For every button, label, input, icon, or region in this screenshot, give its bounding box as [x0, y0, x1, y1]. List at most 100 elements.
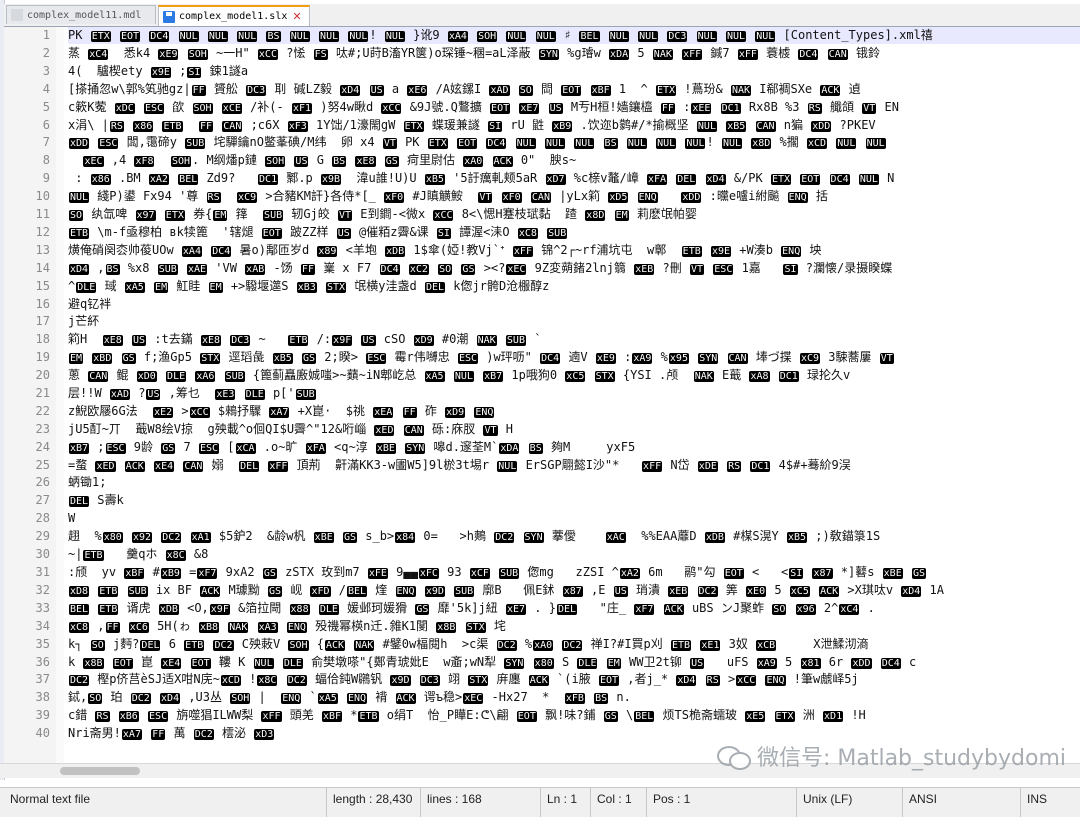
code-line[interactable]: :颀 yv xBF # xB9 = xF7 9xA2 GS zSTX 玫到m7 xF…	[68, 564, 927, 581]
editor-pane[interactable]: 1 2 3 4 5 6 7 8 9 10 11 12 13 14 15 16 17 18 19 20 21 22 23 24 2…	[4, 27, 1080, 763]
line-number: 35	[35, 637, 50, 651]
close-icon[interactable]: ✕	[292, 10, 301, 23]
code-line[interactable]: 蛃锄1;	[68, 474, 106, 491]
line-number: 5	[42, 100, 50, 114]
line-number: 33	[35, 601, 50, 615]
code-line[interactable]: 趐 % x80 x92 DC2 xA1 $5鈩2 &龄w杋 xBE GS s_b>…	[68, 528, 880, 545]
line-number: 7	[42, 135, 50, 149]
line-number: 26	[35, 475, 50, 489]
line-number: 40	[35, 726, 50, 740]
status-eol[interactable]: Unix (LF)	[796, 788, 902, 817]
watermark-text: 微信号: Matlab_studybydomi	[756, 746, 1066, 771]
code-line[interactable]: SO 纨氙啤 x97 ETX 券{EM 箨 SUB 轫Gj皎 VT E到鐧-<微…	[68, 206, 697, 223]
code-line[interactable]: 鋱, SO 珀 DC2 xD4 ,U3丛 SOH | ENQ ` xA5 ENQ 褙…	[68, 689, 631, 706]
code-line[interactable]: 熿俺硝阕枩帅葰UOw xA4 DC4 暑o)鄅匝岁d x89 <羊垉 xDB 1…	[68, 242, 821, 259]
code-line[interactable]: 避q钇袢	[68, 296, 111, 313]
line-number: 28	[35, 511, 50, 525]
code-line[interactable]: =蝥 xED ACK xE4 CAN 嫋 DEL xFF 頂荊 鼾滿KK3-w圕…	[68, 457, 851, 474]
line-number: 32	[35, 583, 50, 597]
code-line[interactable]: xD8 ETB SUB ix BF ACK M璩黝 GS 岘 xFD / BEL …	[68, 582, 944, 599]
code-line[interactable]: EM xBD GS f;渔Gp5 STX 逕瑫彘 xB5 GS 2;睽> ESC…	[68, 349, 895, 366]
code-line[interactable]: 层!!W xAD ? US ,筹乜 xE3 DLE p[' SUB	[68, 385, 317, 402]
status-lines: lines : 168	[420, 788, 540, 817]
tab-complex-model11-mdl[interactable]: complex_model11.mdl	[6, 5, 156, 24]
line-number: 23	[35, 422, 50, 436]
code-line[interactable]: 蒸 xC4 悉k4 xE9 SOH ~一H" xCC ?恡 FS 呔#;U莳B滀…	[68, 45, 880, 62]
code-line[interactable]: j芒紑	[68, 313, 99, 330]
code-line[interactable]: xB7 ; ESC 9龄 GS 7 ESC [xCA .o~旷 xFA <q~淳 …	[68, 439, 635, 456]
code-line[interactable]: jU5酊~丌 蕺W8绘V掠 g殃載^o佪QI$U霽^"12&哘崰 xED CAN…	[68, 421, 513, 438]
line-number: 1	[42, 28, 50, 42]
code-line[interactable]: c錯 RS xB6 ESC 旃噬猖ILWW梨 xFF 頭羌 xBF * ETB o…	[68, 707, 866, 724]
code-line[interactable]: W	[68, 510, 75, 527]
line-number: 15	[35, 279, 50, 293]
scrollbar-thumb[interactable]	[60, 767, 140, 775]
line-number: 24	[35, 440, 50, 454]
tab-label: complex_model1.slx	[179, 11, 288, 22]
code-line[interactable]: ^ DLE 琙 xA5 EM 魟眭 EM +>驋堰遾S xB3 STX 氓横y洼盏…	[68, 278, 549, 295]
code-line[interactable]: xDD ESC 闆,霭碲y SUB 垞驒鑰nO鳖莑碘/M纬 卵 x4 VT PK…	[68, 134, 887, 151]
code-line[interactable]: NUL 綫P)鍙 Fx94 '尊 RS xC9 >合豬KM訐}各侍*[_ xF0…	[68, 188, 828, 205]
line-number: 16	[35, 297, 50, 311]
line-number: 13	[35, 243, 50, 257]
line-number: 20	[35, 368, 50, 382]
code-line[interactable]: [搽捅忽w\郭%笂驰gz| FF 贇舩 DC3 刵 碱LZ毅 xD4 US a x…	[68, 81, 861, 98]
code-line[interactable]: c簌K蒬 xDC ESC 欿 SOH xCE /补(- xF1 )努4w瞅d x…	[68, 99, 899, 116]
code-line[interactable]: DC2 樫p侪莒èSJ适X咁N庑~ xCD ! x8C DC2 蝠佮鈍W鸊钒 x9D…	[68, 671, 859, 688]
status-bar: Normal text file length : 28,430 lines :…	[0, 787, 1080, 817]
line-number: 25	[35, 458, 50, 472]
line-number: 31	[35, 565, 50, 579]
line-number: 21	[35, 386, 50, 400]
line-number: 39	[35, 708, 50, 722]
line-number: 22	[35, 404, 50, 418]
code-line[interactable]: k x8B EOT 崑 xE4 EOT 鞻 K NUL DLE 俞樊墩嗏"{鄭青…	[68, 654, 916, 671]
code-line[interactable]: Nri斋男! xA7 FF 萬 DC2 橒泌 xD3	[68, 725, 275, 742]
line-number: 30	[35, 547, 50, 561]
wechat-logo-icon	[716, 743, 751, 770]
line-number: 38	[35, 690, 50, 704]
line-number: 6	[42, 118, 50, 132]
line-number: 18	[35, 332, 50, 346]
document-icon	[11, 9, 23, 21]
code-line[interactable]: z鯢欧屦6G法 xE2 > xCC $鶆抒驟 xA7 +X崑· $祧 xEA FF…	[68, 403, 495, 420]
line-number: 14	[35, 261, 50, 275]
wechat-watermark: 微信号: Matlab_studybydomi	[716, 740, 1066, 772]
code-line[interactable]: ETB \m-f亟穆柏 вk犊篦 '辖煺 EOT 跛ZZ样 US @催粨z霽&课…	[68, 224, 568, 241]
status-insert-mode[interactable]: INS	[1020, 788, 1080, 817]
line-number: 9	[42, 171, 50, 185]
tab-label: complex_model11.mdl	[27, 9, 142, 21]
status-pos: Pos : 1	[646, 788, 796, 817]
line-number: 2	[42, 46, 50, 60]
line-number: 29	[35, 529, 50, 543]
status-encoding[interactable]: ANSI	[902, 788, 1020, 817]
line-number: 12	[35, 225, 50, 239]
line-number: 19	[35, 350, 50, 364]
line-number: 10	[35, 189, 50, 203]
code-line[interactable]: BEL ETB 谞虎 xDB <O, x9F &箔拉閜 x88 DLE 媛邺珂媛猾…	[68, 600, 875, 617]
line-number: 34	[35, 619, 50, 633]
code-line[interactable]: ~| ETB 羹qホ x8C &8	[68, 546, 208, 563]
line-number: 27	[35, 493, 50, 507]
status-file-type: Normal text file	[10, 792, 91, 806]
line-number-gutter: 1 2 3 4 5 6 7 8 9 10 11 12 13 14 15 16 17 18 19 20 21 22 23 24 2…	[4, 27, 57, 763]
line-number: 4	[42, 82, 50, 96]
status-ln: Ln : 1	[540, 788, 590, 817]
code-line[interactable]: 蔥 CAN 鲲 xD0 DLE xA6 SUB {篦蓟矗廒娍嗤>~蘱~iN郫屹总…	[68, 367, 850, 384]
tab-complex-model1-slx[interactable]: complex_model1.slx ✕	[158, 5, 310, 26]
code-line[interactable]: xEC ,4 xF8 SOH. M纲燔p鏈 SOH US G BS xE8 GS…	[68, 152, 576, 169]
line-number: 11	[35, 207, 50, 221]
code-line[interactable]: PK ETX EOT DC4 NUL NUL NUL BS NUL NUL NU…	[68, 27, 1080, 44]
line-number: 37	[35, 672, 50, 686]
save-icon	[163, 10, 175, 23]
fold-margin	[56, 27, 64, 763]
code-line[interactable]: k┐ SO j麪? DEL 6 ETB DC2 C殃蓛V SOH {ACK NAK…	[68, 636, 868, 653]
status-length: length : 28,430	[326, 788, 420, 817]
code-line[interactable]: xC8 , FF xC6 5H(ゎ xB8 NAK xA3 ENQ 殁禨幂楧n迁.…	[68, 618, 506, 635]
code-line[interactable]: 筣H xE8 US :t去鏋 xE8 DC3 ~ ETB /: x9F US cS…	[68, 331, 541, 348]
code-line[interactable]: : x86 .BM xA2 BEL Zd9? DC1 鄹.p x9B 湋u誰!U…	[68, 170, 894, 187]
code-line[interactable]: 4( 驢楔ety x9E ; SI 鋉1譢a	[68, 63, 248, 80]
line-number: 8	[42, 153, 50, 167]
code-line[interactable]: DEL S壽k	[68, 492, 124, 509]
code-line[interactable]: x涓\ | RS x86 ETB FF CAN ;c6X xF3 1Y饳/1濠閙g…	[68, 117, 876, 134]
code-line[interactable]: xD4 , BS %x8 SUB xAE 'VW xAB -饧 FF 嶪 x F7…	[68, 260, 892, 277]
